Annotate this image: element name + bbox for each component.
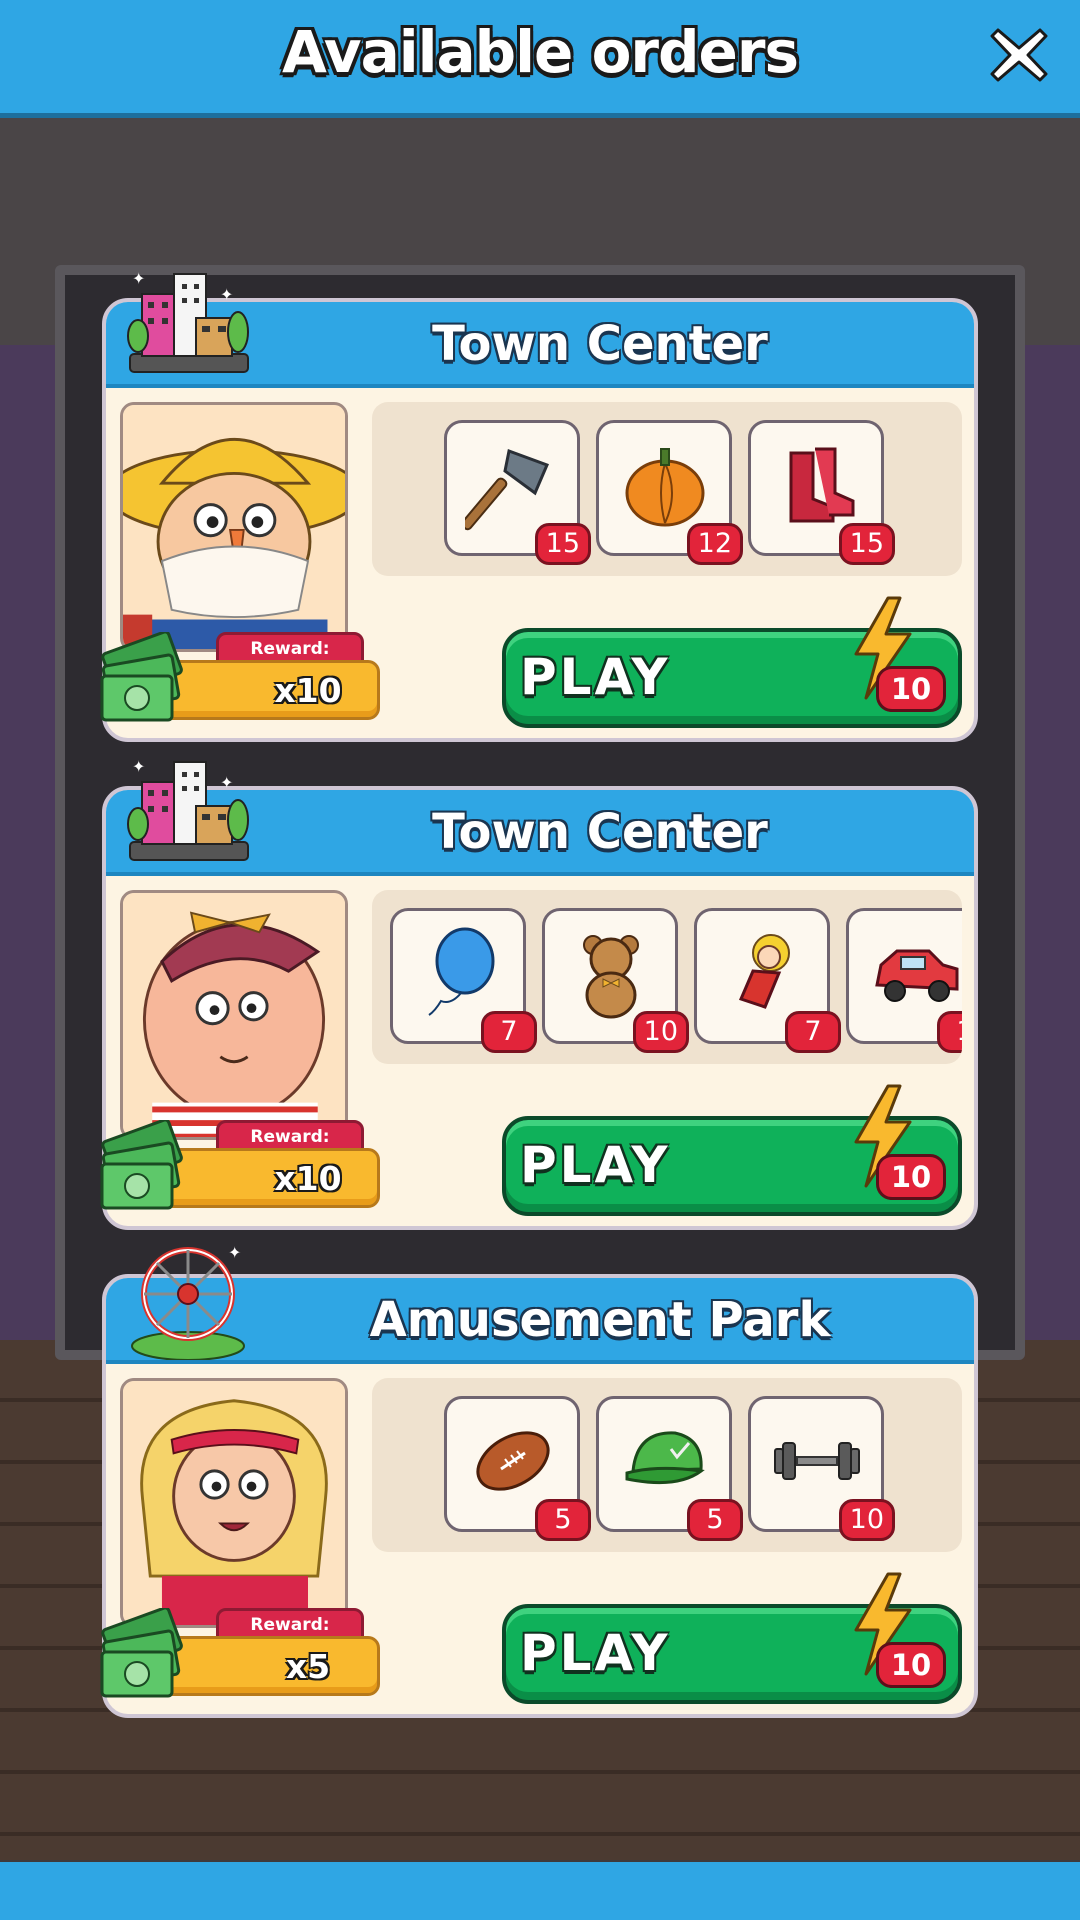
football-icon — [476, 1431, 550, 1491]
item-count-badge: 15 — [838, 523, 895, 565]
reward-value: x10 — [274, 1159, 342, 1198]
order-item: 10 — [748, 1396, 895, 1541]
order-item: 1 — [846, 908, 962, 1053]
order-item: 7 — [694, 908, 841, 1053]
item-count-badge: 5 — [535, 1499, 591, 1541]
order-item: 15 — [748, 420, 895, 565]
play-button[interactable]: PLAY 10 — [502, 596, 962, 728]
svg-text:✦: ✦ — [132, 269, 145, 288]
cash-stack-icon — [100, 1120, 183, 1210]
item-count-badge: 7 — [785, 1011, 841, 1053]
reward-value: x10 — [274, 671, 342, 710]
dumbbell-icon — [774, 1442, 860, 1480]
city-buildings-icon: ✦ ✦ — [127, 269, 249, 373]
cash-stack-icon — [100, 632, 183, 722]
svg-text:✦: ✦ — [228, 1243, 241, 1262]
pumpkin-icon — [625, 448, 705, 527]
svg-text:✦: ✦ — [220, 773, 233, 792]
play-label: PLAY — [520, 1136, 671, 1194]
play-button[interactable]: PLAY 10 — [502, 1572, 962, 1704]
page-title: Available orders — [281, 18, 799, 86]
boy-portrait — [120, 890, 348, 1140]
order-items: 15 12 15 — [372, 402, 962, 576]
item-count-badge: 5 — [687, 1499, 743, 1541]
svg-text:✦: ✦ — [220, 285, 233, 304]
order-item: 5 — [444, 1396, 591, 1541]
order-card: Town Center ✦ ✦ Reward: x10 — [100, 269, 978, 742]
order-items[interactable]: 7 10 7 — [372, 890, 962, 1064]
axe-icon — [465, 448, 550, 531]
order-items: 5 5 10 — [372, 1378, 962, 1552]
energy-cost-badge: 10 — [876, 1642, 946, 1688]
item-count-badge: 12 — [686, 523, 743, 565]
farmer-portrait — [120, 402, 348, 652]
balloon-icon — [428, 927, 495, 1016]
item-count-badge: 10 — [632, 1011, 689, 1053]
item-count-badge: 10 — [838, 1499, 895, 1541]
close-x-icon — [990, 28, 1048, 82]
city-buildings-icon: ✦ ✦ — [127, 757, 249, 861]
bottom-bar — [0, 1862, 1080, 1920]
play-button[interactable]: PLAY 10 — [502, 1084, 962, 1216]
item-count-badge: 7 — [481, 1011, 537, 1053]
play-label: PLAY — [520, 648, 671, 706]
item-count-badge: 15 — [534, 523, 591, 565]
reward-value: x5 — [285, 1647, 331, 1686]
order-item: 10 — [542, 908, 689, 1053]
teddy-bear-icon — [583, 935, 639, 1019]
order-card: Town Center ✦ ✦ Reward: x10 — [100, 757, 978, 1230]
energy-cost-badge: 10 — [876, 666, 946, 712]
energy-cost-badge: 10 — [876, 1154, 946, 1200]
order-location-title: Amusement Park — [369, 1292, 831, 1348]
play-label: PLAY — [520, 1624, 671, 1682]
cap-icon — [625, 1431, 705, 1485]
order-card: Amusement Park ✦ Reward: x5 5 5 10 PLAY … — [100, 1243, 978, 1718]
order-item: 15 — [444, 420, 591, 565]
cash-stack-icon — [100, 1608, 183, 1698]
ferris-wheel-icon: ✦ — [131, 1243, 245, 1360]
girl-portrait — [120, 1378, 348, 1628]
doll-icon — [738, 934, 790, 1009]
toy-car-icon — [875, 949, 959, 1002]
order-item: 7 — [390, 908, 537, 1053]
rubber-boots-icon — [789, 447, 855, 523]
order-item: 5 — [596, 1396, 743, 1541]
close-button[interactable] — [988, 24, 1050, 86]
order-location-title: Town Center — [432, 804, 768, 860]
order-location-title: Town Center — [432, 316, 768, 372]
top-bar: Available orders — [0, 0, 1080, 118]
item-count-badge: 1 — [937, 1011, 962, 1053]
svg-text:✦: ✦ — [132, 757, 145, 776]
order-item: 12 — [596, 420, 743, 565]
